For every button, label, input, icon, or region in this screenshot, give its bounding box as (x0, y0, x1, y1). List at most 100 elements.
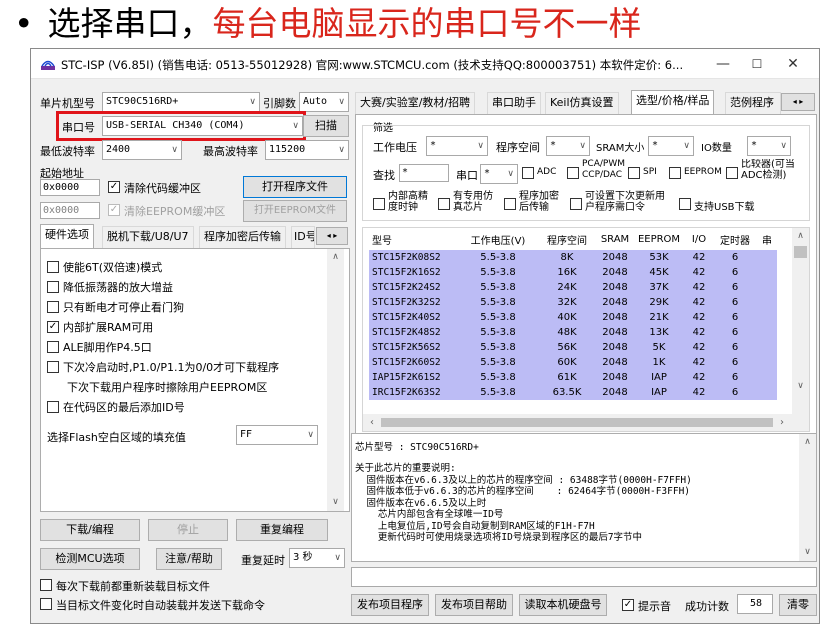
download-button[interactable]: 下载/编程 (40, 519, 140, 541)
repeat-delay-select[interactable]: 3 秒 ∨ (289, 548, 345, 568)
table-row[interactable]: IAP15F2K61S2 5.5-3.8 61K 2048 IAP 42 6 (369, 370, 777, 385)
pca-checkbox[interactable] (567, 167, 579, 179)
publish-help-button[interactable]: 发布项目帮助 (435, 594, 513, 616)
scroll-up-icon[interactable]: ∧ (327, 249, 344, 266)
tab-serial-assistant[interactable]: 串口助手 (487, 92, 541, 114)
option-cold-start[interactable]: 下次冷启动时,P1.0/P1.1为0/0才可下载程序 (47, 359, 279, 375)
tab-contest[interactable]: 大赛/实验室/教材/招聘 (355, 92, 476, 114)
help-button[interactable]: 注意/帮助 (156, 548, 222, 570)
beep-checkbox[interactable]: ✓ (622, 599, 634, 611)
scroll-up-icon[interactable]: ∧ (799, 434, 816, 451)
option-ale-pin[interactable]: ALE脚用作P4.5口 (47, 339, 152, 355)
flash-fill-select[interactable]: FF ∨ (236, 425, 318, 445)
scroll-thumb[interactable] (381, 418, 773, 427)
detect-mcu-button[interactable]: 检测MCU选项 (40, 548, 140, 570)
read-disk-button[interactable]: 读取本机硬盘号 (519, 594, 607, 616)
open-program-button[interactable]: 打开程序文件 (243, 176, 347, 198)
column-header[interactable]: 工作电压(V) (459, 228, 537, 250)
eeprom-address-input[interactable]: 0x0000 (40, 202, 100, 219)
min-baud-select[interactable]: 2400 ∨ (102, 140, 182, 160)
uart-select[interactable]: * ∨ (480, 164, 518, 184)
eeprom-checkbox[interactable] (669, 167, 681, 179)
scroll-left-icon[interactable]: ‹ (365, 414, 379, 431)
table-horizontal-scrollbar[interactable]: ‹ › (363, 414, 809, 431)
minimize-button[interactable]: — (709, 53, 737, 75)
table-vertical-scrollbar[interactable]: ∧ ∨ (792, 228, 809, 414)
table-row[interactable]: STC15F2K40S2 5.5-3.8 40K 2048 21K 42 6 (369, 310, 777, 325)
tab-selection-price[interactable]: 选型/价格/样品 (631, 90, 715, 114)
scroll-down-icon[interactable]: ∨ (792, 378, 809, 395)
flash-space-select[interactable]: * ∨ (546, 136, 590, 156)
tab-scroll-arrows[interactable]: ◂ ▸ (781, 93, 815, 111)
pin-count-select[interactable]: Auto ∨ (299, 92, 349, 112)
reprogram-button[interactable]: 重复编程 (236, 519, 328, 541)
io-count-select[interactable]: * ∨ (747, 136, 791, 156)
spi-checkbox[interactable] (628, 167, 640, 179)
scroll-right-icon[interactable]: › (775, 414, 789, 431)
option-6t-mode[interactable]: 使能6T(双倍速)模式 (47, 259, 162, 275)
option-checkbox[interactable] (47, 261, 59, 273)
table-row[interactable]: STC15F2K48S2 5.5-3.8 48K 2048 13K 42 6 (369, 325, 777, 340)
scroll-down-icon[interactable]: ∨ (327, 494, 344, 511)
search-input[interactable]: * (399, 164, 449, 182)
column-header[interactable]: 定时器 (713, 228, 757, 250)
column-header[interactable]: 串 (757, 228, 777, 250)
emulator-checkbox[interactable] (438, 198, 450, 210)
option-checkbox[interactable] (47, 301, 59, 313)
tab-id-number[interactable]: ID号 (291, 226, 315, 248)
column-header[interactable]: I/O (685, 228, 713, 250)
table-row[interactable]: STC15F2K24S2 5.5-3.8 24K 2048 37K 42 6 (369, 280, 777, 295)
clear-eeprom-checkbox[interactable]: ✓ (108, 204, 120, 216)
option-erase-eeprom[interactable]: 下次下载用户程序时擦除用户EEPROM区 (47, 379, 267, 395)
rc-clock-checkbox[interactable] (373, 198, 385, 210)
clear-code-checkbox[interactable]: ✓ (108, 181, 120, 193)
tab-examples[interactable]: 范例程序 (725, 92, 781, 114)
table-row[interactable]: STC15F2K32S2 5.5-3.8 32K 2048 29K 42 6 (369, 295, 777, 310)
adc-checkbox[interactable] (522, 167, 534, 179)
max-baud-select[interactable]: 115200 ∨ (265, 140, 349, 160)
scroll-up-icon[interactable]: ∧ (792, 228, 809, 245)
tab-scroll-arrows[interactable]: ◂ ▸ (316, 227, 348, 245)
option-checkbox[interactable] (47, 341, 59, 353)
option-checkbox[interactable] (47, 401, 59, 413)
option-internal-ram[interactable]: ✓ 内部扩展RAM可用 (47, 319, 153, 335)
tab-encrypt-transfer[interactable]: 程序加密后传输 (199, 226, 286, 248)
table-row[interactable]: STC15F2K08S2 5.5-3.8 8K 2048 53K 42 6 (369, 250, 777, 265)
column-header[interactable]: EEPROM (633, 228, 685, 250)
options-scrollbar[interactable]: ∧ ∨ (327, 249, 344, 511)
option-checkbox[interactable]: ✓ (47, 321, 59, 333)
code-address-input[interactable]: 0x0000 (40, 179, 100, 196)
table-row[interactable]: STC15F2K56S2 5.5-3.8 56K 2048 5K 42 6 (369, 340, 777, 355)
table-row[interactable]: IRC15F2K63S2 5.5-3.8 63.5K 2048 IAP 42 6 (369, 385, 777, 400)
password-checkbox[interactable] (570, 198, 582, 210)
option-checkbox[interactable] (47, 281, 59, 293)
option-low-gain[interactable]: 降低振荡器的放大增益 (47, 279, 173, 295)
clear-count-button[interactable]: 清零 (779, 594, 817, 616)
comparator-checkbox[interactable] (726, 167, 738, 179)
voltage-select[interactable]: * ∨ (426, 136, 488, 156)
table-row[interactable]: STC15F2K16S2 5.5-3.8 16K 2048 45K 42 6 (369, 265, 777, 280)
close-button[interactable]: ✕ (779, 53, 807, 75)
column-header[interactable]: 型号 (369, 228, 459, 250)
maximize-button[interactable]: ☐ (743, 53, 771, 75)
option-checkbox[interactable] (47, 361, 59, 373)
scan-button[interactable]: 扫描 (303, 115, 349, 137)
sram-select[interactable]: * ∨ (648, 136, 694, 156)
scroll-down-icon[interactable]: ∨ (799, 544, 816, 561)
reload-checkbox[interactable] (40, 579, 52, 591)
tab-hardware-options[interactable]: 硬件选项 (40, 224, 94, 248)
autoload-checkbox[interactable] (40, 598, 52, 610)
column-header[interactable]: 程序空间 (537, 228, 597, 250)
stop-button[interactable]: 停止 (148, 519, 228, 541)
usb-download-checkbox[interactable] (679, 198, 691, 210)
info-scrollbar[interactable]: ∧ ∨ (799, 434, 816, 561)
mcu-type-select[interactable]: STC90C516RD+ ∨ (102, 92, 260, 112)
scroll-thumb[interactable] (794, 246, 807, 258)
option-watchdog[interactable]: 只有断电才可停止看门狗 (47, 299, 184, 315)
table-row[interactable]: STC15F2K60S2 5.5-3.8 60K 2048 1K 42 6 (369, 355, 777, 370)
tab-offline-download[interactable]: 脱机下载/U8/U7 (102, 226, 194, 248)
option-append-id[interactable]: 在代码区的最后添加ID号 (47, 399, 185, 415)
column-header[interactable]: SRAM (597, 228, 633, 250)
encrypt-checkbox[interactable] (504, 198, 516, 210)
publish-project-button[interactable]: 发布项目程序 (351, 594, 429, 616)
